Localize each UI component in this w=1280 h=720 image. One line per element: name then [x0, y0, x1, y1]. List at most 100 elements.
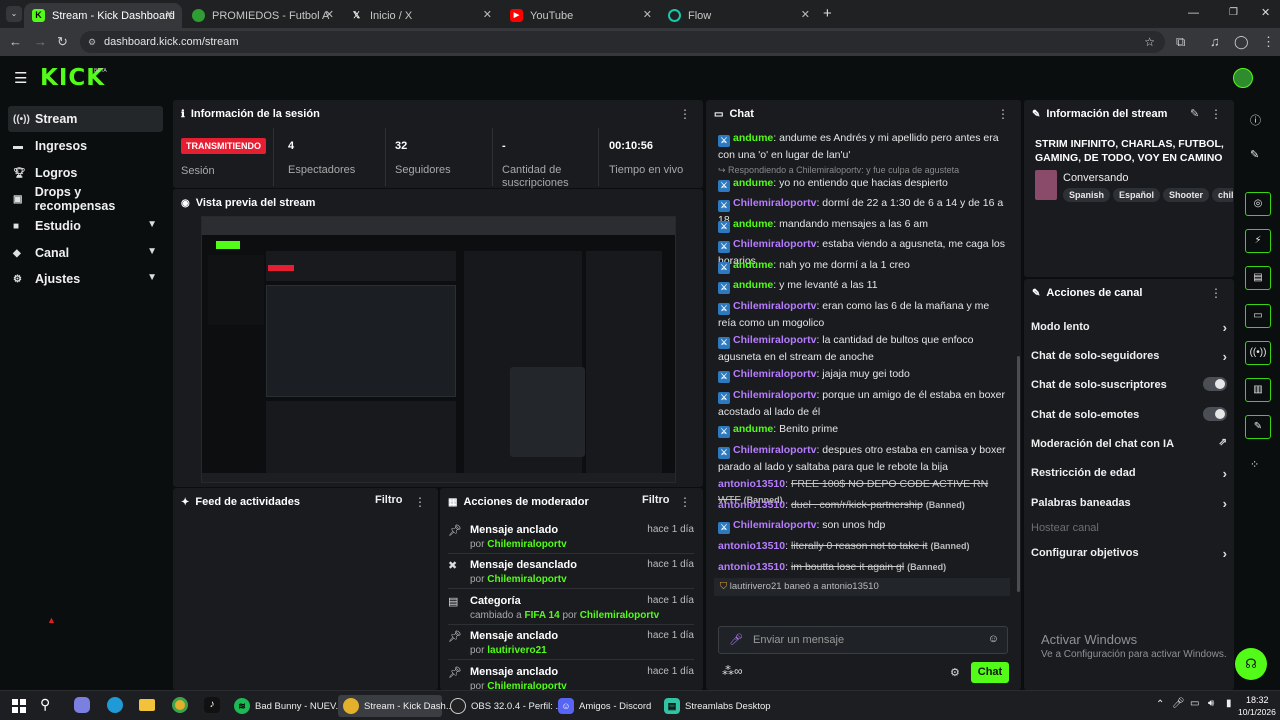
- close-tab-icon[interactable]: ✕: [483, 8, 492, 21]
- avatar[interactable]: [1233, 68, 1253, 88]
- chat-scrollbar[interactable]: [1017, 356, 1020, 592]
- chat-username[interactable]: Chilemiraloportv: [733, 519, 816, 531]
- tag-chip[interactable]: Español: [1113, 188, 1161, 202]
- tab-promiedos[interactable]: PROMIEDOS - Futbol Argentino ✕: [184, 3, 342, 28]
- file-explorer-icon[interactable]: [139, 699, 155, 711]
- taskbar-item-obs[interactable]: OBS 32.0.4 - Perfil: ...: [450, 695, 563, 717]
- minimize-window-icon[interactable]: —: [1188, 7, 1199, 19]
- chat-input[interactable]: Enviar un mensaje: [753, 634, 844, 646]
- chrome-icon[interactable]: [172, 697, 188, 713]
- chat-username[interactable]: Chilemiraloportv: [733, 238, 816, 250]
- tag-chip[interactable]: Shooter: [1163, 188, 1210, 202]
- chat-username[interactable]: andume: [733, 259, 773, 271]
- reload-icon[interactable]: ↻: [57, 34, 68, 50]
- mod-user-link[interactable]: Chilemiraloportv: [487, 574, 566, 585]
- emotes-only-toggle[interactable]: [1203, 407, 1227, 421]
- chat-username[interactable]: Chilemiraloportv: [733, 444, 816, 456]
- chat-username[interactable]: Chilemiraloportv: [733, 334, 816, 346]
- media-control-icon[interactable]: ♫: [1210, 34, 1220, 49]
- chat-menu-icon[interactable]: ⋮: [997, 107, 1009, 121]
- action-followers-only[interactable]: Chat de solo-seguidores ›: [1031, 349, 1227, 364]
- bookmark-star-icon[interactable]: ☆: [1144, 31, 1155, 53]
- chat-username[interactable]: antonio13510: [718, 561, 785, 573]
- back-icon[interactable]: ←: [9, 34, 22, 49]
- tag-chip[interactable]: Spanish: [1063, 188, 1111, 202]
- chat-username[interactable]: Chilemiraloportv: [733, 197, 816, 209]
- taskbar-date[interactable]: 10/1/2026: [1238, 707, 1276, 717]
- tab-x[interactable]: 𝕏 Inicio / X ✕: [342, 3, 500, 28]
- activity-menu-icon[interactable]: ⋮: [414, 495, 426, 509]
- taskbar-item-streamlabs[interactable]: ▤ Streamlabs Desktop: [664, 695, 771, 717]
- chat-username[interactable]: antonio13510: [718, 478, 785, 490]
- sidebar-item-stream[interactable]: ((•)) Stream: [8, 106, 163, 132]
- close-tab-icon[interactable]: ✕: [325, 8, 334, 21]
- tab-flow[interactable]: Flow ✕: [660, 3, 818, 28]
- edit-stream-info-icon[interactable]: ✎: [1190, 107, 1199, 120]
- chat-username[interactable]: andume: [733, 423, 773, 435]
- close-window-icon[interactable]: ✕: [1261, 6, 1270, 19]
- tag-chip[interactable]: chill: [1212, 188, 1233, 202]
- emoji-picker-icon[interactable]: ☺: [988, 633, 999, 645]
- moderator-filter-button[interactable]: Filtro: [642, 494, 670, 506]
- windows-start-icon[interactable]: [12, 699, 26, 713]
- stream-info-menu-icon[interactable]: ⋮: [1210, 107, 1222, 121]
- action-ai-moderation[interactable]: Moderación del chat con IA ⇗: [1031, 437, 1227, 450]
- activity-filter-button[interactable]: Filtro: [375, 494, 403, 506]
- rail-bolt-icon[interactable]: ⚡︎: [1245, 229, 1271, 253]
- search-icon[interactable]: ⚲: [40, 696, 50, 713]
- forward-icon[interactable]: →: [34, 34, 47, 49]
- mod-user-link[interactable]: Chilemiraloportv: [580, 610, 659, 621]
- sidebar-item-canal[interactable]: ◆ Canal ▼: [8, 240, 163, 266]
- session-menu-icon[interactable]: ⋮: [679, 107, 691, 121]
- chat-username[interactable]: andume: [733, 177, 773, 189]
- tab-search-button[interactable]: ⌄: [6, 6, 22, 22]
- sidebar-item-drops[interactable]: ▣ Drops y recompensas: [8, 185, 163, 213]
- more-tools-icon[interactable]: ⁘: [1250, 458, 1259, 471]
- sidebar-item-ajustes[interactable]: ⚙ Ajustes ▼: [8, 266, 163, 292]
- profile-icon[interactable]: ◯: [1234, 34, 1249, 50]
- mod-user-link[interactable]: Chilemiraloportv: [487, 681, 566, 690]
- action-banned-words[interactable]: Palabras baneadas ›: [1031, 496, 1227, 511]
- action-slow-mode[interactable]: Modo lento ›: [1031, 320, 1227, 335]
- tiktok-icon[interactable]: ♪: [204, 697, 220, 713]
- close-tab-icon[interactable]: ✕: [165, 8, 174, 21]
- rail-layout-icon[interactable]: ▥: [1245, 378, 1271, 402]
- network-tray-icon[interactable]: ▭: [1190, 698, 1199, 709]
- ban-notice-mod[interactable]: lautirivero21: [730, 581, 782, 592]
- taskbar-item-chrome[interactable]: Stream - Kick Dash...: [338, 695, 454, 717]
- restore-window-icon[interactable]: ❐: [1229, 7, 1238, 18]
- taskbar-item-discord[interactable]: ☺ Amigos - Discord: [558, 695, 658, 717]
- sidebar-item-estudio[interactable]: ■ Estudio ▼: [8, 213, 163, 239]
- rail-chat-icon[interactable]: ▭: [1245, 304, 1271, 328]
- tab-youtube[interactable]: ▶ YouTube ✕: [502, 3, 660, 28]
- sidebar-item-logros[interactable]: 🏆︎ Logros: [8, 160, 163, 186]
- support-chat-button[interactable]: ☊: [1235, 648, 1267, 680]
- chat-username[interactable]: Chilemiraloportv: [733, 300, 816, 312]
- points-icon[interactable]: ⁂∞: [722, 664, 743, 678]
- browser-menu-icon[interactable]: ⋮: [1262, 34, 1275, 50]
- mod-user-link[interactable]: lautirivero21: [487, 645, 546, 656]
- info-icon[interactable]: ⓘ: [1250, 112, 1261, 128]
- rail-broadcast-icon[interactable]: ((•)): [1245, 341, 1271, 365]
- battery-tray-icon[interactable]: ▮: [1226, 698, 1232, 709]
- rail-wrench-icon[interactable]: ✎: [1245, 415, 1271, 439]
- chat-input-box[interactable]: 🎤︎ Enviar un mensaje ☺: [718, 626, 1008, 654]
- tray-overflow-icon[interactable]: ⌃: [1156, 699, 1164, 710]
- stream-preview-video[interactable]: [201, 216, 676, 483]
- category-name[interactable]: Conversando: [1063, 172, 1128, 184]
- chat-username[interactable]: antonio13510: [718, 540, 785, 552]
- rail-notes-icon[interactable]: ▤: [1245, 266, 1271, 290]
- hamburger-menu-icon[interactable]: ☰: [14, 69, 27, 87]
- channel-actions-menu-icon[interactable]: ⋮: [1210, 286, 1222, 300]
- moderator-menu-icon[interactable]: ⋮: [679, 495, 691, 509]
- mod-user-link[interactable]: Chilemiraloportv: [487, 539, 566, 550]
- volume-tray-icon[interactable]: 🔊︎: [1208, 698, 1214, 709]
- new-tab-button[interactable]: +: [823, 5, 832, 22]
- chat-username[interactable]: Chilemiraloportv: [733, 389, 816, 401]
- edge-icon[interactable]: [107, 697, 123, 713]
- copilot-icon[interactable]: [74, 697, 90, 713]
- chat-username[interactable]: andume: [733, 279, 773, 291]
- tab-kick-dashboard[interactable]: K Stream - Kick Dashboard ✕: [24, 3, 182, 28]
- subscribers-only-toggle[interactable]: [1203, 377, 1227, 391]
- mic-tray-icon[interactable]: 🎤︎: [1172, 698, 1185, 709]
